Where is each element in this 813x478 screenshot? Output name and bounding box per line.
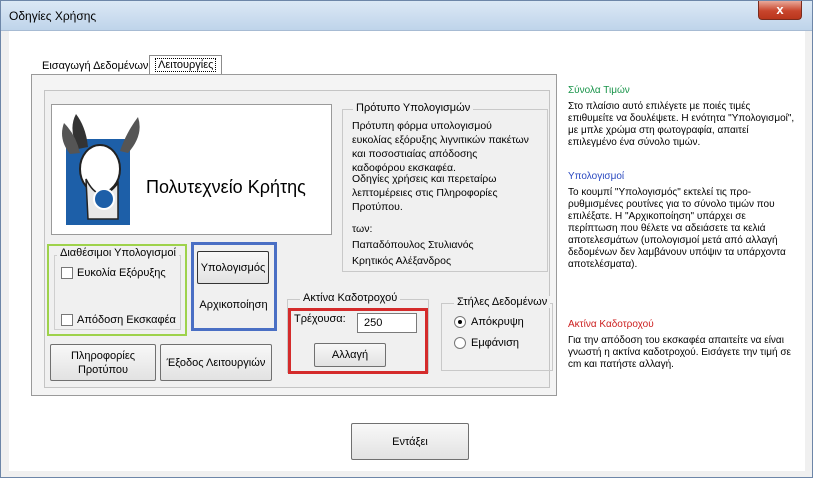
university-logo: Πολυτεχνείο Κρήτης	[51, 104, 332, 235]
radio-circle[interactable]	[454, 316, 466, 328]
change-button[interactable]: Αλλαγή	[314, 343, 386, 367]
checkbox-label: Ευκολία Εξόρυξης	[77, 267, 166, 279]
checkbox-excavator-performance[interactable]: Απόδοση Εκσκαφέα	[61, 314, 176, 326]
author-1: Παπαδόπουλος Στυλιανός	[352, 239, 474, 251]
tab-functions-label: Λειτουργίες	[155, 58, 217, 72]
help-sets-title: Σύνολα Τιμών	[568, 85, 630, 96]
reset-button[interactable]: Αρχικοποίηση	[197, 289, 270, 321]
template-info-legend: Πρότυπο Υπολογισμών	[353, 102, 474, 114]
checkbox-box[interactable]	[61, 267, 73, 279]
radio-hide[interactable]: Απόκρυψη	[454, 316, 524, 328]
current-radius-label: Τρέχουσα:	[294, 313, 346, 325]
radio-show[interactable]: Εμφάνιση	[454, 337, 519, 349]
checkbox-label: Απόδοση Εκσκαφέα	[77, 314, 176, 326]
author-2: Κρητικός Αλέξανδρος	[352, 255, 452, 267]
help-calcs-title: Υπολογισμοί	[568, 171, 625, 182]
radio-label: Εμφάνιση	[471, 337, 520, 349]
exit-functions-button[interactable]: Έξοδος Λειτουργιών	[160, 344, 272, 381]
help-radius-text: Για την απόδοση του εκσκαφέα απαιτείτε ν…	[568, 335, 791, 370]
window-title: Οδηγίες Χρήσης	[9, 9, 97, 23]
available-calcs-legend: Διαθέσιμοι Υπολογισμοί	[57, 247, 179, 259]
radio-label: Απόκρυψη	[471, 316, 524, 328]
checkbox-ease-of-mining[interactable]: Ευκολία Εξόρυξης	[61, 267, 166, 279]
athena-emblem-icon	[62, 114, 140, 225]
title-bar[interactable]: Οδηγίες Χρήσης x	[1, 1, 812, 31]
template-description: Πρότυπη φόρμα υπολογισμού ευκολίας εξόρυ…	[352, 120, 529, 174]
template-info-button[interactable]: Πληροφορίες Προτύπου	[50, 344, 156, 381]
template-details: Οδηγίες χρήσεις και περεταίρω λεπτομέρει…	[352, 173, 498, 213]
close-icon[interactable]: x	[758, 1, 802, 20]
calculate-button[interactable]: Υπολογισμός	[197, 251, 269, 284]
tab-functions[interactable]: Λειτουργίες	[149, 55, 223, 75]
help-radius-title: Ακτίνα Καδοτροχού	[568, 319, 654, 330]
logo-text: Πολυτεχνείο Κρήτης	[146, 177, 306, 197]
radius-input[interactable]: 250	[357, 313, 417, 333]
help-calcs-text: Το κουμπί "Υπολογισμός" εκτελεί τις προ-…	[568, 187, 786, 270]
template-info-group: Πρότυπο Υπολογισμών Πρότυπη φόρμα υπολογ…	[342, 102, 548, 272]
checkbox-box[interactable]	[61, 314, 73, 326]
help-window: Οδηγίες Χρήσης x Εισαγωγή Δεδομένων Λειτ…	[0, 0, 813, 478]
authors-label: των:	[352, 223, 373, 235]
radio-circle[interactable]	[454, 337, 466, 349]
ok-button[interactable]: Εντάξει	[351, 423, 469, 460]
help-sets-text: Στο πλαίσιο αυτό επιλέγετε με ποιές τιμέ…	[568, 101, 795, 148]
data-columns-legend: Στήλες Δεδομένων	[454, 296, 551, 308]
wheel-radius-legend: Ακτίνα Καδοτροχού	[300, 292, 401, 304]
